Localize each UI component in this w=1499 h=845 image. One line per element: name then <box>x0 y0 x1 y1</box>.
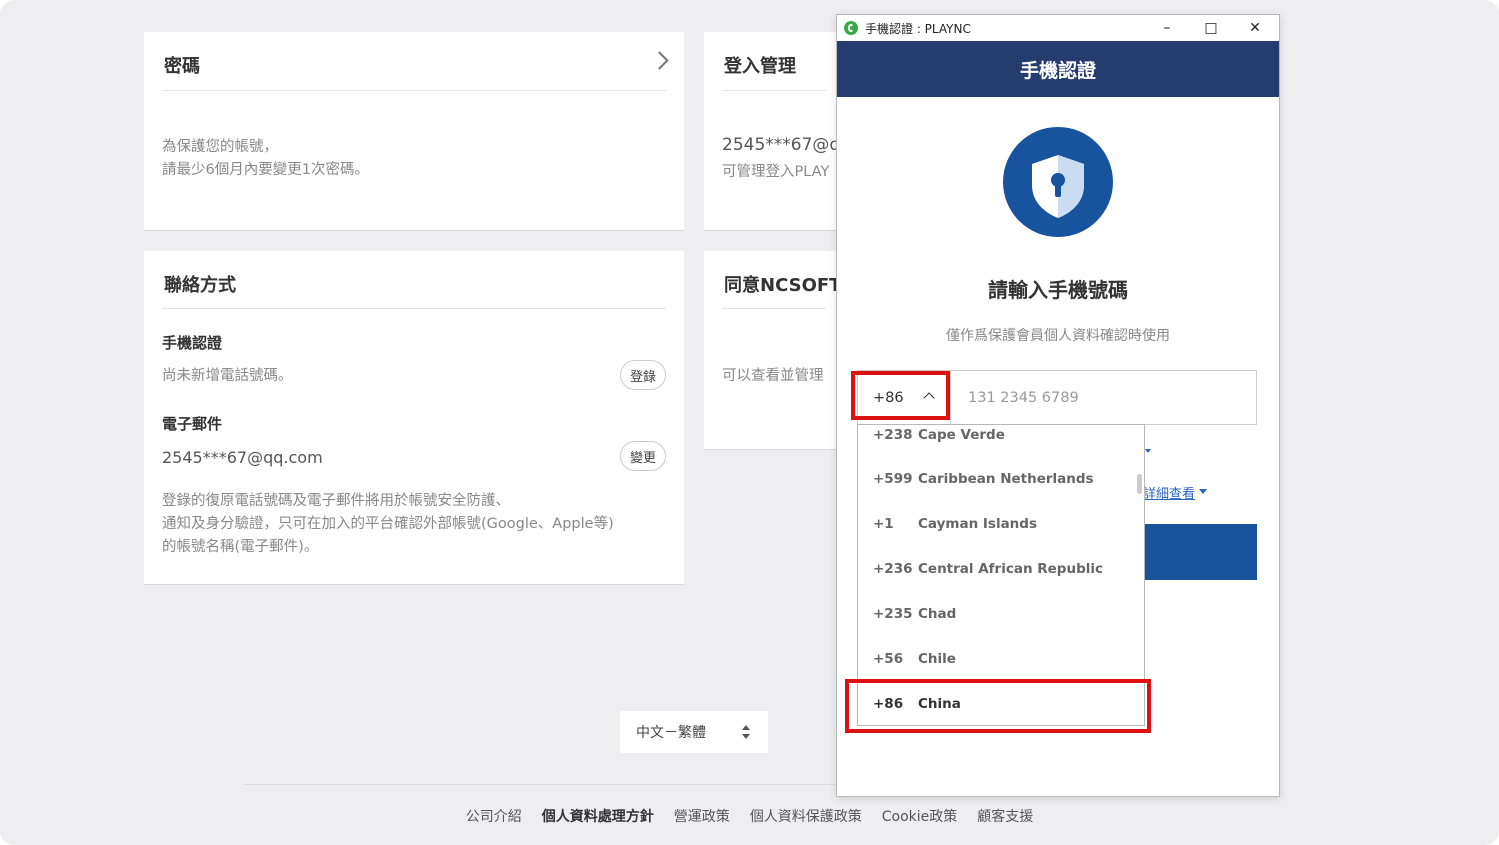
minimize-icon[interactable]: – <box>1145 15 1189 41</box>
login-email: 2545***67@q <box>722 135 841 155</box>
option-name: Cayman Islands <box>918 515 1037 532</box>
language-select[interactable]: 中文－繁體 <box>620 711 768 753</box>
option-code: +236 <box>873 560 913 577</box>
option-name: Central African Republic <box>918 560 1103 577</box>
consent-card-title: 同意NCSOFT <box>724 275 842 296</box>
country-option[interactable]: +236 Central African Republic <box>858 546 1144 591</box>
country-option[interactable]: +238 Cape Verde <box>858 425 1144 457</box>
option-code: +599 <box>873 470 913 487</box>
option-name: Chad <box>918 605 957 622</box>
option-code: +56 <box>873 650 904 667</box>
contact-note-line1: 登錄的復原電話號碼及電子郵件將用於帳號安全防護、 <box>162 493 510 509</box>
china-option-highlight <box>845 679 1151 733</box>
phone-auth-title: 手機認證 <box>162 334 223 352</box>
contact-card-title: 聯絡方式 <box>164 275 236 296</box>
divider <box>722 308 826 309</box>
consent-desc: 可以查看並管理 <box>722 368 824 384</box>
login-management-title: 登入管理 <box>724 56 796 77</box>
password-desc-line2: 請最少6個月內要變更1次密碼。 <box>162 162 369 178</box>
phone-number-input[interactable]: 131 2345 6789 <box>951 370 1257 425</box>
close-icon[interactable]: ✕ <box>1233 15 1277 41</box>
password-card-title: 密碼 <box>164 56 200 77</box>
popup-header: 手機認證 <box>837 41 1279 97</box>
footer-link-operation-policy[interactable]: 營運政策 <box>674 806 730 826</box>
popup-subtitle: 僅作爲保護會員個人資料確認時使用 <box>946 328 1170 344</box>
popup-title: 請輸入手機號碼 <box>988 278 1128 302</box>
divider <box>722 90 826 91</box>
change-email-button[interactable]: 變更 <box>620 441 666 471</box>
contact-note-line3: 的帳號名稱(電子郵件)。 <box>162 539 319 555</box>
option-code: +238 <box>873 426 913 443</box>
country-option[interactable]: +599 Caribbean Netherlands <box>858 456 1144 501</box>
login-management-desc: 可管理登入PLAY <box>722 164 830 180</box>
dropdown-scrollbar[interactable] <box>1137 474 1142 494</box>
option-code: +235 <box>873 605 913 622</box>
email-title: 電子郵件 <box>162 415 223 433</box>
consent-card[interactable]: 同意NCSOFT 可以查看並管理 <box>704 251 844 450</box>
window-titlebar: 手機認證 : PLAYNC – □ ✕ <box>837 15 1279 41</box>
option-code: +1 <box>873 515 894 532</box>
desktop-frame: 密碼 為保護您的帳號， 請最少6個月內要變更1次密碼。 登入管理 2545***… <box>0 0 1499 845</box>
country-code-highlight <box>851 371 950 420</box>
login-management-card[interactable]: 登入管理 2545***67@q 可管理登入PLAY <box>704 32 844 231</box>
footer-link-data-protection[interactable]: 個人資料保護政策 <box>750 806 862 826</box>
caret-down-icon <box>1145 449 1151 453</box>
maximize-icon[interactable]: □ <box>1189 15 1233 41</box>
app-icon <box>844 21 858 35</box>
caret-down-icon <box>1199 489 1207 494</box>
footer-link-company[interactable]: 公司介紹 <box>466 806 522 826</box>
country-option[interactable]: +1 Cayman Islands <box>858 501 1144 546</box>
option-name: Caribbean Netherlands <box>918 470 1094 487</box>
phone-auth-desc: 尚未新增電話號碼。 <box>162 368 293 384</box>
detail-view-link[interactable]: 詳細查看 <box>1143 483 1195 502</box>
confirm-button[interactable] <box>1137 524 1257 580</box>
shield-lock-icon <box>1003 127 1113 237</box>
chevron-right-icon[interactable] <box>650 51 669 70</box>
email-value: 2545***67@qq.com <box>162 448 323 467</box>
contact-note-line2: 通知及身分驗證，只可在加入的平台確認外部帳號(Google、Apple等) <box>162 516 614 532</box>
option-name: Chile <box>918 650 956 667</box>
language-value: 中文－繁體 <box>636 725 706 741</box>
register-phone-button[interactable]: 登錄 <box>620 360 666 390</box>
divider <box>162 90 666 91</box>
country-option[interactable]: +235 Chad <box>858 591 1144 636</box>
phone-placeholder: 131 2345 6789 <box>968 389 1079 406</box>
divider <box>162 308 666 309</box>
password-desc-line1: 為保護您的帳號， <box>162 139 278 155</box>
footer-link-cookie[interactable]: Cookie政策 <box>882 806 958 826</box>
window-title: 手機認證 : PLAYNC <box>865 22 971 36</box>
contact-card: 聯絡方式 手機認證 尚未新增電話號碼。 登錄 電子郵件 2545***67@qq… <box>144 251 684 585</box>
footer-link-privacy-policy[interactable]: 個人資料處理方針 <box>542 806 654 826</box>
select-arrows-icon <box>742 725 750 739</box>
footer-links: 公司介紹 個人資料處理方針 營運政策 個人資料保護政策 Cookie政策 顧客支… <box>0 806 1499 826</box>
password-card[interactable]: 密碼 為保護您的帳號， 請最少6個月內要變更1次密碼。 <box>144 32 684 231</box>
footer-link-support[interactable]: 顧客支援 <box>977 806 1033 826</box>
option-name: Cape Verde <box>918 426 1005 443</box>
country-option[interactable]: +56 Chile <box>858 636 1144 681</box>
